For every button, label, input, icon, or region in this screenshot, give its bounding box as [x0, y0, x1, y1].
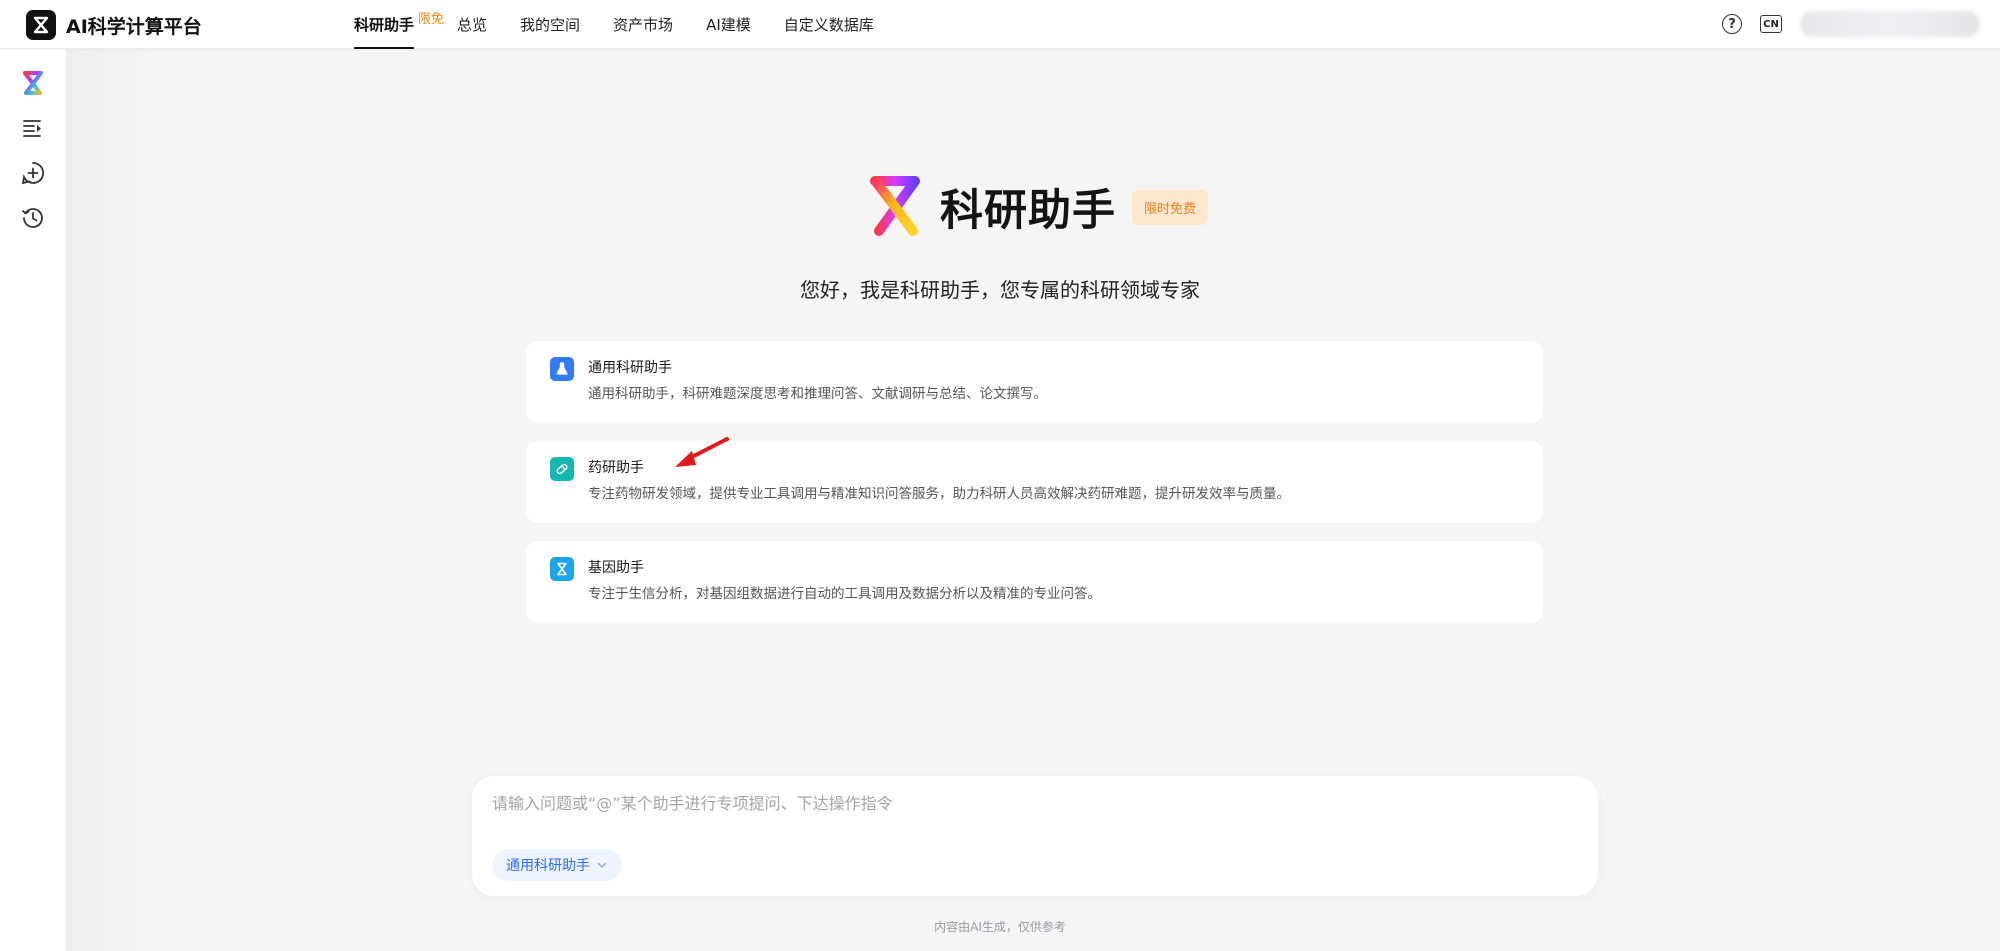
free-badge: 限免	[418, 12, 445, 27]
card-description: 专注于生信分析，对基因组数据进行自动的工具调用及数据分析以及精准的专业问答。	[588, 586, 1101, 602]
flask-icon	[550, 357, 574, 381]
user-account-blurred[interactable]	[1800, 11, 1980, 37]
assistant-selector[interactable]: 通用科研助手	[492, 849, 622, 881]
nav-item-label: 总览	[457, 16, 488, 34]
nav-item-my-space[interactable]: 我的空间	[520, 0, 580, 49]
nav-item-label: 科研助手	[354, 16, 415, 34]
main-nav: 科研助手 限免 总览 我的空间 资产市场 AI建模 自定义数据库	[354, 0, 907, 49]
question-circle-icon[interactable]: ?	[1722, 14, 1742, 34]
card-description: 通用科研助手，科研难题深度思考和推理问答、文献调研与总结、论文撰写。	[588, 386, 1047, 402]
hero-title: 科研助手	[940, 186, 1116, 236]
card-description: 专注药物研发领域，提供专业工具调用与精准知识问答服务，助力科研人员高效解决药研难…	[588, 486, 1290, 502]
pill-icon	[550, 457, 574, 481]
nav-item-label: 自定义数据库	[783, 16, 874, 34]
nav-item-custom-database[interactable]: 自定义数据库	[784, 0, 874, 49]
welcome-subtitle: 您好，我是科研助手，您专属的科研领域专家	[800, 278, 1200, 302]
assistant-logo-icon[interactable]	[19, 69, 47, 97]
brand-logo-icon	[26, 10, 56, 40]
top-bar: AI科学计算平台 科研助手 限免 总览 我的空间 资产市场 AI建模 自定义数据…	[0, 0, 2000, 49]
brand[interactable]: AI科学计算平台	[26, 10, 202, 40]
menu-expand-icon[interactable]	[19, 114, 47, 142]
nav-item-research-assistant[interactable]: 科研助手 限免	[354, 0, 444, 49]
research-assistant-logo-icon	[870, 176, 920, 236]
red-arrow-annotation-icon	[675, 437, 729, 467]
nav-item-ai-modeling[interactable]: AI建模	[706, 0, 751, 49]
assistant-card-general[interactable]: 通用科研助手 通用科研助手，科研难题深度思考和推理问答、文献调研与总结、论文撰写…	[526, 341, 1543, 423]
limited-free-badge: 限时免费	[1132, 189, 1209, 225]
new-chat-icon[interactable]	[19, 159, 47, 187]
nav-item-label: AI建模	[706, 16, 751, 34]
assistant-card-gene[interactable]: 基因助手 专注于生信分析，对基因组数据进行自动的工具调用及数据分析以及精准的专业…	[526, 541, 1543, 623]
card-title: 通用科研助手	[588, 360, 672, 376]
history-icon[interactable]	[19, 204, 47, 232]
sidebar	[0, 49, 67, 951]
ai-disclaimer: 内容由AI生成，仅供参考	[934, 920, 1066, 934]
chevron-down-icon	[597, 862, 607, 868]
assistant-selector-label: 通用科研助手	[506, 858, 590, 874]
chat-composer: 通用科研助手	[472, 776, 1598, 896]
hero-header: 科研助手 限时免费	[866, 172, 1209, 242]
card-title: 药研助手	[588, 460, 644, 476]
nav-item-overview[interactable]: 总览	[457, 0, 487, 49]
top-right-tools: ? CN	[1722, 11, 1980, 37]
nav-item-asset-market[interactable]: 资产市场	[613, 0, 673, 49]
brand-name: AI科学计算平台	[66, 15, 202, 38]
card-title: 基因助手	[588, 560, 644, 576]
nav-item-label: 我的空间	[520, 16, 581, 34]
nav-item-label: 资产市场	[613, 16, 674, 34]
language-switch-button[interactable]: CN	[1760, 15, 1782, 33]
question-input[interactable]	[492, 794, 1572, 813]
dna-icon	[550, 557, 574, 581]
